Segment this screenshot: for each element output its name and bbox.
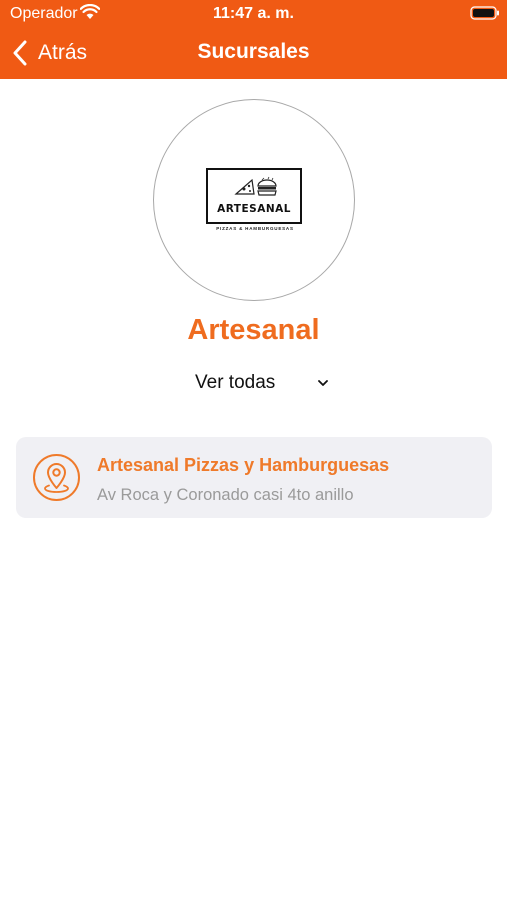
brand-name: Artesanal [187,314,320,346]
logo-wordmark: ARTESANAL [217,203,291,215]
status-time: 11:47 a. m. [213,5,294,22]
location-pin-icon [33,454,80,501]
pizza-burger-illustration-icon [234,176,277,196]
filter-label: Ver todas [195,372,276,393]
branch-card[interactable]: Artesanal Pizzas y Hamburguesas Av Roca … [16,437,492,518]
chevron-down-icon [318,380,328,386]
status-bar: Operador 11:47 a. m. [0,0,507,28]
battery-icon [470,6,499,20]
page-title: Sucursales [197,40,310,63]
branch-name: Artesanal Pizzas y Hamburguesas [97,455,390,475]
brand-logo: ARTESANAL PIZZAS & HAMBURGUESAS [153,99,355,301]
branch-filter-dropdown[interactable]: Ver todas [185,369,335,397]
navigation-bar: Atrás Sucursales [0,30,507,76]
logo-tagline: PIZZAS & HAMBURGUESAS [216,226,294,231]
top-bar: Operador 11:47 a. m. Atrás Sucursales [0,0,507,79]
branch-address: Av Roca y Coronado casi 4to anillo [97,486,354,504]
logo-frame: ARTESANAL [206,168,302,224]
